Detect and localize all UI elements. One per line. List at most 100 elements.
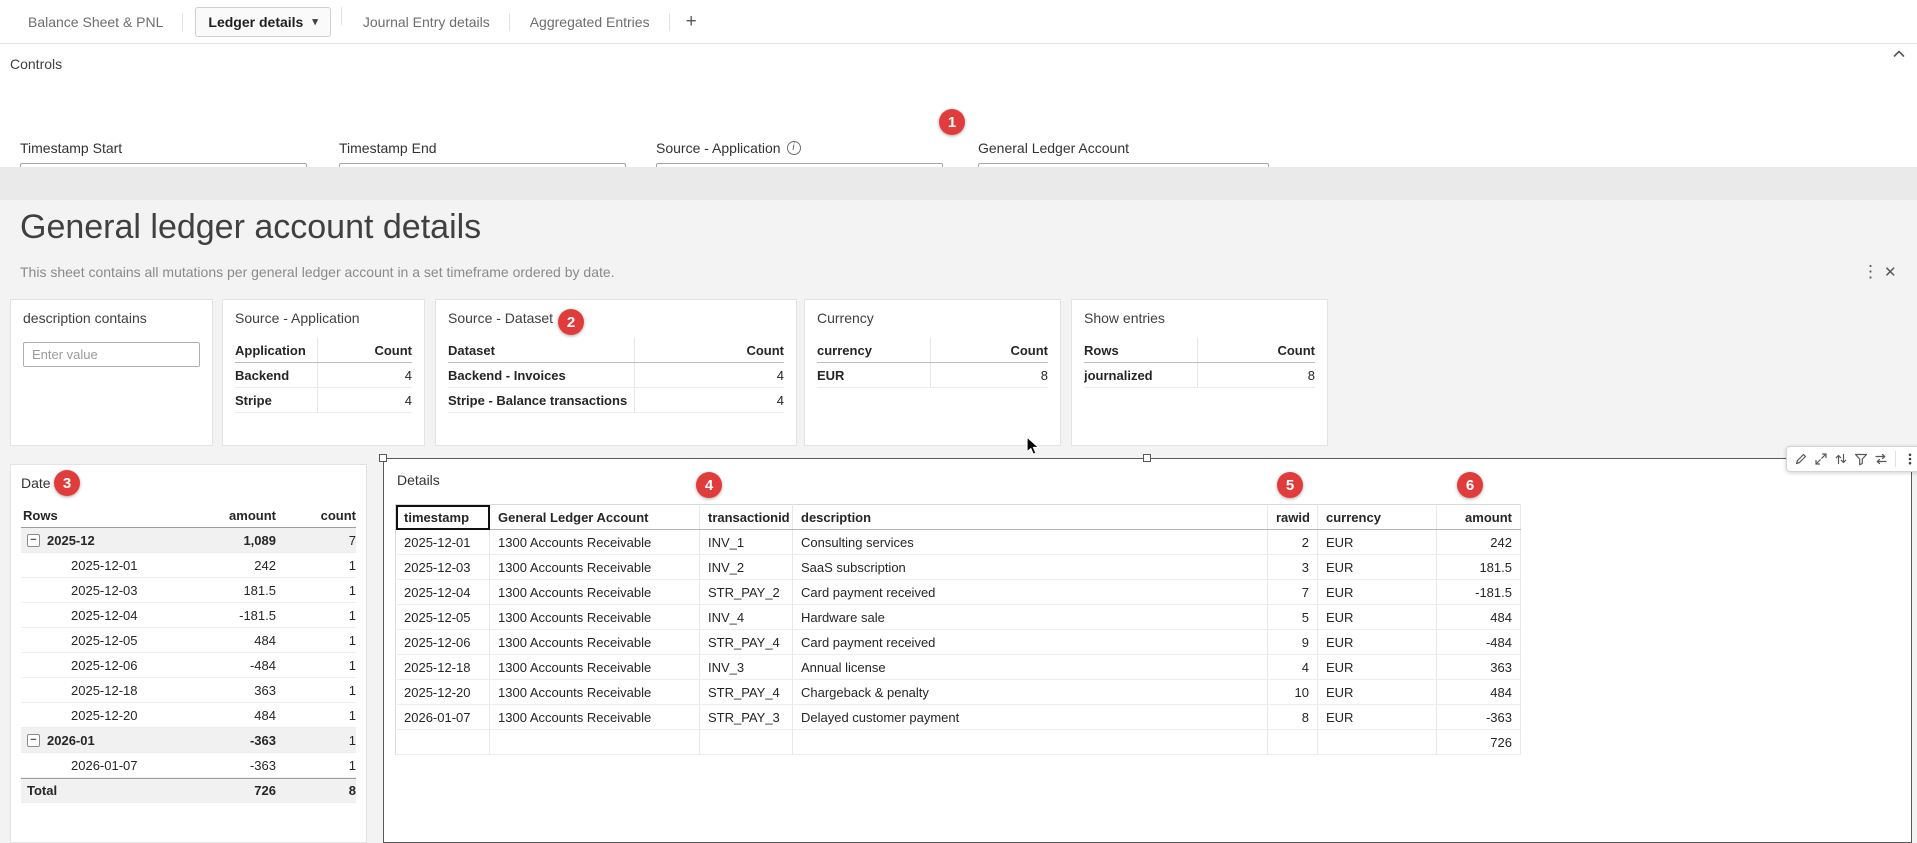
details-row[interactable]: 2025-12-061300 Accounts ReceivableSTR_PA… [396,630,1521,655]
add-tab-button[interactable]: + [670,0,713,44]
column-header-general-ledger-account[interactable]: General Ledger Account [490,505,700,530]
details-cell[interactable]: EUR [1318,655,1437,680]
details-row[interactable]: 2025-12-031300 Accounts ReceivableINV_2S… [396,555,1521,580]
date-leaf-row[interactable]: 2026-01-07-3631 [21,753,356,778]
info-icon[interactable]: i [787,141,801,155]
column-header-timestamp[interactable]: timestamp [396,505,490,530]
details-cell[interactable]: 2025-12-18 [396,655,490,680]
details-cell[interactable]: 1300 Accounts Receivable [490,630,700,655]
details-cell[interactable]: 181.5 [1437,555,1521,580]
edit-icon[interactable] [1792,450,1810,468]
details-cell[interactable]: EUR [1318,705,1437,730]
date-group-row[interactable]: −2025-121,0897 [21,528,356,553]
details-cell[interactable]: EUR [1318,555,1437,580]
details-row[interactable]: 2026-01-071300 Accounts ReceivableSTR_PA… [396,705,1521,730]
details-cell[interactable]: Chargeback & penalty [793,680,1268,705]
details-cell[interactable]: -363 [1437,705,1521,730]
details-cell[interactable]: 2025-12-20 [396,680,490,705]
details-cell[interactable]: 2 [1268,530,1318,555]
details-cell[interactable]: 484 [1437,680,1521,705]
details-cell[interactable]: 363 [1437,655,1521,680]
details-cell[interactable]: 242 [1437,530,1521,555]
details-cell[interactable]: INV_3 [700,655,793,680]
tab-aggregated-entries[interactable]: Aggregated Entries [510,0,670,44]
details-cell[interactable]: INV_1 [700,530,793,555]
swap-icon[interactable] [1872,450,1890,468]
details-cell[interactable]: 1300 Accounts Receivable [490,555,700,580]
details-cell[interactable]: 9 [1268,630,1318,655]
details-row[interactable]: 2025-12-041300 Accounts ReceivableSTR_PA… [396,580,1521,605]
details-cell[interactable]: EUR [1318,530,1437,555]
details-cell[interactable]: 4 [1268,655,1318,680]
more-menu-icon[interactable] [1901,450,1917,468]
filter-list-row[interactable]: journalized8 [1084,363,1315,388]
collapse-minus-icon[interactable]: − [27,734,40,747]
details-cell[interactable]: EUR [1318,580,1437,605]
details-cell[interactable]: Card payment received [793,580,1268,605]
details-cell[interactable]: INV_4 [700,605,793,630]
filter-icon[interactable] [1852,450,1870,468]
details-cell[interactable]: Hardware sale [793,605,1268,630]
sheet-options-menu-icon[interactable]: ⋮ [1862,262,1879,282]
details-row[interactable]: 2025-12-181300 Accounts ReceivableINV_3A… [396,655,1521,680]
date-leaf-row[interactable]: 2025-12-06-4841 [21,653,356,678]
details-cell[interactable]: 484 [1437,605,1521,630]
details-cell[interactable]: 1300 Accounts Receivable [490,580,700,605]
details-cell[interactable]: Delayed customer payment [793,705,1268,730]
details-cell[interactable]: 1300 Accounts Receivable [490,605,700,630]
details-cell[interactable]: 2026-01-07 [396,705,490,730]
column-header-amount[interactable]: amount [1437,505,1521,530]
selection-handle-top-left[interactable] [379,454,387,462]
details-cell[interactable]: EUR [1318,680,1437,705]
details-cell[interactable]: 3 [1268,555,1318,580]
details-cell[interactable]: Card payment received [793,630,1268,655]
details-cell[interactable]: STR_PAY_2 [700,580,793,605]
date-group-row[interactable]: −2026-01-3631 [21,728,356,753]
details-cell[interactable]: STR_PAY_4 [700,680,793,705]
close-icon[interactable]: ✕ [1884,263,1897,281]
details-cell[interactable]: 2025-12-04 [396,580,490,605]
collapse-controls-button[interactable] [1888,44,1910,66]
details-cell[interactable]: Consulting services [793,530,1268,555]
date-leaf-row[interactable]: 2025-12-03181.51 [21,578,356,603]
date-leaf-row[interactable]: 2025-12-04-181.51 [21,603,356,628]
details-row[interactable]: 2025-12-201300 Accounts ReceivableSTR_PA… [396,680,1521,705]
details-cell[interactable]: 10 [1268,680,1318,705]
tab-journal-entry-details[interactable]: Journal Entry details [343,0,510,44]
filter-list-row[interactable]: Stripe - Balance transactions4 [448,388,784,413]
details-cell[interactable]: EUR [1318,605,1437,630]
details-cell[interactable]: -484 [1437,630,1521,655]
details-cell[interactable]: 1300 Accounts Receivable [490,530,700,555]
collapse-minus-icon[interactable]: − [27,534,40,547]
details-cell[interactable]: 2025-12-03 [396,555,490,580]
details-table-panel[interactable]: Details timestamp General Ledger Account… [383,458,1912,843]
filter-list-row[interactable]: Stripe4 [235,388,412,413]
details-cell[interactable]: STR_PAY_3 [700,705,793,730]
column-header-description[interactable]: description [793,505,1268,530]
details-cell[interactable]: 1300 Accounts Receivable [490,680,700,705]
column-header-rawid[interactable]: rawid [1268,505,1318,530]
column-header-currency[interactable]: currency [1318,505,1437,530]
details-cell[interactable]: 2025-12-05 [396,605,490,630]
date-leaf-row[interactable]: 2025-12-204841 [21,703,356,728]
filter-list-row[interactable]: EUR8 [817,363,1048,388]
date-leaf-row[interactable]: 2025-12-183631 [21,678,356,703]
date-leaf-row[interactable]: 2025-12-012421 [21,553,356,578]
details-cell[interactable]: Annual license [793,655,1268,680]
details-row[interactable]: 2025-12-051300 Accounts ReceivableINV_4H… [396,605,1521,630]
details-cell[interactable]: SaaS subscription [793,555,1268,580]
details-cell[interactable]: 2025-12-06 [396,630,490,655]
fullscreen-icon[interactable] [1812,450,1830,468]
details-cell[interactable]: 7 [1268,580,1318,605]
tab-ledger-details[interactable]: Ledger details ▾ [195,7,330,37]
date-leaf-row[interactable]: 2025-12-054841 [21,628,356,653]
filter-list-row[interactable]: Backend4 [235,363,412,388]
details-cell[interactable]: 1300 Accounts Receivable [490,655,700,680]
details-cell[interactable]: 1300 Accounts Receivable [490,705,700,730]
details-cell[interactable]: -181.5 [1437,580,1521,605]
tab-balance-sheet-pnl[interactable]: Balance Sheet & PNL [8,0,183,44]
sort-icon[interactable] [1832,450,1850,468]
selection-handle-top-center[interactable] [1143,454,1151,462]
details-cell[interactable]: STR_PAY_4 [700,630,793,655]
column-header-transactionid[interactable]: transactionid [700,505,793,530]
